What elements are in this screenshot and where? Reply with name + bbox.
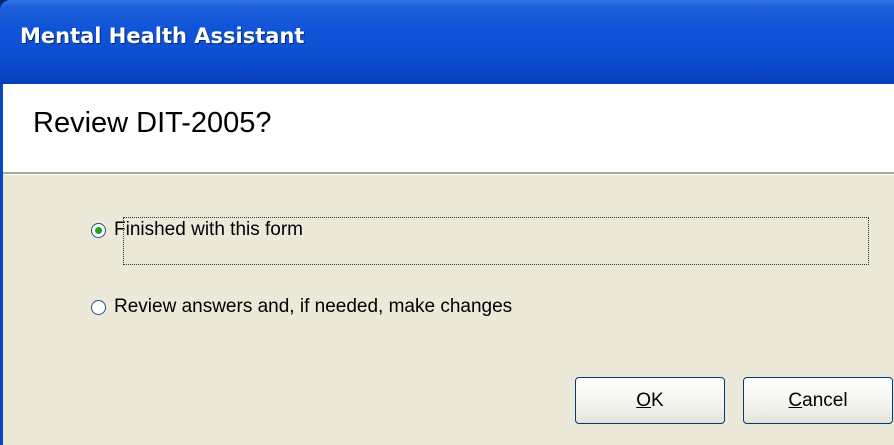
option-finished[interactable]: Finished with this form <box>91 219 303 241</box>
title-bar[interactable]: Mental Health Assistant <box>0 0 894 84</box>
option-finished-label[interactable]: Finished with this form <box>114 219 303 241</box>
header-panel: Review DIT-2005? <box>3 84 894 172</box>
dialog-body: Review DIT-2005? Finished with this form… <box>0 84 894 445</box>
ok-button[interactable]: OK <box>575 377 725 424</box>
ok-button-label: OK <box>636 390 664 411</box>
radio-button-unselected[interactable] <box>91 299 106 315</box>
radio-button-selected[interactable] <box>91 222 106 238</box>
window-title: Mental Health Assistant <box>20 24 305 48</box>
option-review-label[interactable]: Review answers and, if needed, make chan… <box>114 296 512 318</box>
cancel-button-label: Cancel <box>788 390 848 411</box>
dialog-heading: Review DIT-2005? <box>33 107 272 139</box>
cancel-button[interactable]: Cancel <box>743 377 893 424</box>
header-separator <box>3 172 894 175</box>
option-review[interactable]: Review answers and, if needed, make chan… <box>91 296 512 318</box>
dialog-window: Mental Health Assistant Review DIT-2005?… <box>0 0 894 445</box>
